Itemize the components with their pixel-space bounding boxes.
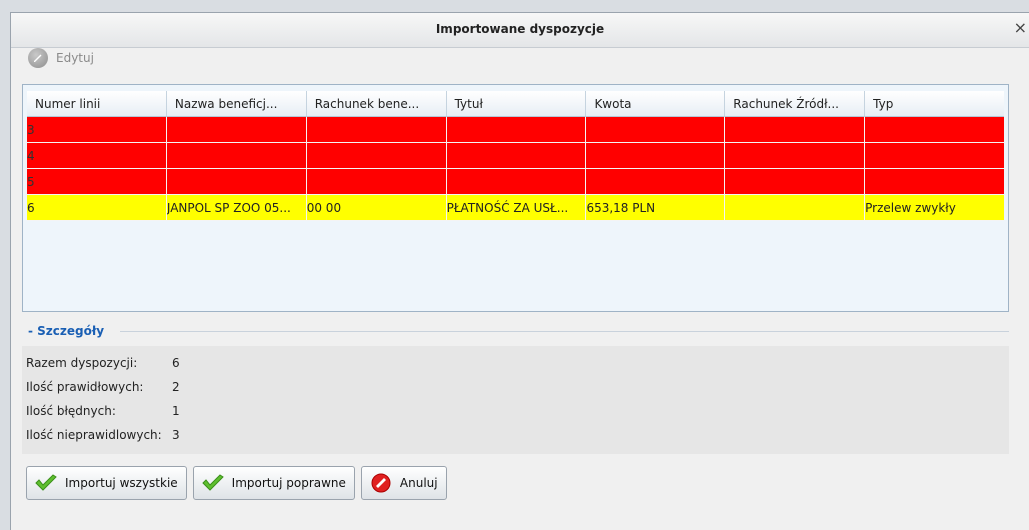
cell-line-number: 3 bbox=[27, 117, 167, 143]
details-section-label[interactable]: - Szczegóły bbox=[28, 324, 104, 338]
cell-title bbox=[446, 169, 587, 195]
column-header-type[interactable]: Typ bbox=[865, 91, 1005, 117]
detail-errors: Ilość błędnych: 1 bbox=[26, 404, 180, 418]
column-header-line-number[interactable]: Numer linii bbox=[27, 91, 167, 117]
import-valid-label: Importuj poprawne bbox=[231, 476, 346, 490]
import-all-button[interactable]: Importuj wszystkie bbox=[26, 466, 187, 500]
column-header-title[interactable]: Tytuł bbox=[446, 91, 587, 117]
detail-valid: Ilość prawidłowych: 2 bbox=[26, 380, 180, 394]
dispositions-table[interactable]: Numer linii Nazwa beneficj... Rachunek b… bbox=[22, 84, 1009, 312]
cell-title: PŁATNOŚĆ ZA USŁ... bbox=[446, 195, 587, 221]
detail-value: 2 bbox=[172, 380, 180, 394]
detail-label: Ilość błędnych: bbox=[26, 404, 116, 418]
cell-beneficiary-name: JANPOL SP ZOO 05... bbox=[166, 195, 307, 221]
cancel-button[interactable]: Anuluj bbox=[360, 466, 447, 500]
edit-label: Edytuj bbox=[56, 51, 94, 65]
import-valid-button[interactable]: Importuj poprawne bbox=[192, 466, 355, 500]
cell-title bbox=[446, 143, 587, 169]
detail-total: Razem dyspozycji: 6 bbox=[26, 356, 180, 370]
cell-amount bbox=[586, 143, 726, 169]
column-header-beneficiary-name[interactable]: Nazwa beneficj... bbox=[166, 91, 307, 117]
cell-beneficiary-account bbox=[306, 117, 447, 143]
cancel-icon bbox=[368, 472, 394, 494]
cell-amount bbox=[586, 117, 726, 143]
detail-value: 3 bbox=[172, 428, 180, 442]
details-panel: Razem dyspozycji: 6 Ilość prawidłowych: … bbox=[22, 346, 1009, 454]
cell-source-account bbox=[725, 143, 866, 169]
cell-amount: 653,18 PLN bbox=[586, 195, 726, 221]
cell-type bbox=[865, 143, 1005, 169]
cell-beneficiary-name bbox=[166, 169, 307, 195]
cell-beneficiary-account: 00 00 bbox=[306, 195, 447, 221]
cell-line-number: 5 bbox=[27, 169, 167, 195]
cell-beneficiary-name bbox=[166, 143, 307, 169]
cell-source-account bbox=[725, 169, 866, 195]
detail-value: 6 bbox=[172, 356, 180, 370]
detail-invalid: Ilość nieprawidlowych: 3 bbox=[26, 428, 180, 442]
table-row[interactable]: 3 bbox=[27, 117, 1005, 143]
cell-type: Przelew zwykły bbox=[865, 195, 1005, 221]
edit-icon bbox=[28, 48, 48, 68]
cell-type bbox=[865, 169, 1005, 195]
table-row[interactable]: 5 bbox=[27, 169, 1005, 195]
cell-beneficiary-account bbox=[306, 143, 447, 169]
cell-beneficiary-account bbox=[306, 169, 447, 195]
detail-label: Ilość nieprawidlowych: bbox=[26, 428, 162, 442]
cell-line-number: 6 bbox=[27, 195, 167, 221]
detail-label: Ilość prawidłowych: bbox=[26, 380, 144, 394]
dialog-titlebar: Importowane dyspozycje × bbox=[11, 13, 1029, 48]
table-header: Numer linii Nazwa beneficj... Rachunek b… bbox=[27, 91, 1005, 117]
checkmark-icon bbox=[200, 472, 226, 494]
checkmark-icon bbox=[33, 472, 59, 494]
table-row[interactable]: 4 bbox=[27, 143, 1005, 169]
table-row[interactable]: 6 JANPOL SP ZOO 05... 00 00 PŁATNOŚĆ ZA … bbox=[27, 195, 1005, 221]
cancel-label: Anuluj bbox=[399, 476, 438, 490]
details-section-header[interactable]: - Szczegóły bbox=[22, 322, 1009, 342]
cell-beneficiary-name bbox=[166, 117, 307, 143]
cell-source-account bbox=[725, 195, 866, 221]
dialog-buttons: Importuj wszystkie Importuj poprawne Anu… bbox=[26, 466, 447, 500]
close-icon[interactable]: × bbox=[1014, 20, 1027, 36]
divider bbox=[120, 331, 1009, 332]
column-header-source-account[interactable]: Rachunek Źródł... bbox=[725, 91, 866, 117]
cell-title bbox=[446, 117, 587, 143]
import-all-label: Importuj wszystkie bbox=[65, 476, 178, 490]
detail-value: 1 bbox=[172, 404, 180, 418]
edit-button[interactable]: Edytuj bbox=[28, 46, 94, 70]
detail-label: Razem dyspozycji: bbox=[26, 356, 138, 370]
cell-source-account bbox=[725, 117, 866, 143]
column-header-beneficiary-account[interactable]: Rachunek bene... bbox=[306, 91, 447, 117]
dialog-title: Importowane dyspozycje bbox=[435, 22, 605, 36]
column-header-amount[interactable]: Kwota bbox=[586, 91, 726, 117]
cell-amount bbox=[586, 169, 726, 195]
cell-type bbox=[865, 117, 1005, 143]
cell-line-number: 4 bbox=[27, 143, 167, 169]
